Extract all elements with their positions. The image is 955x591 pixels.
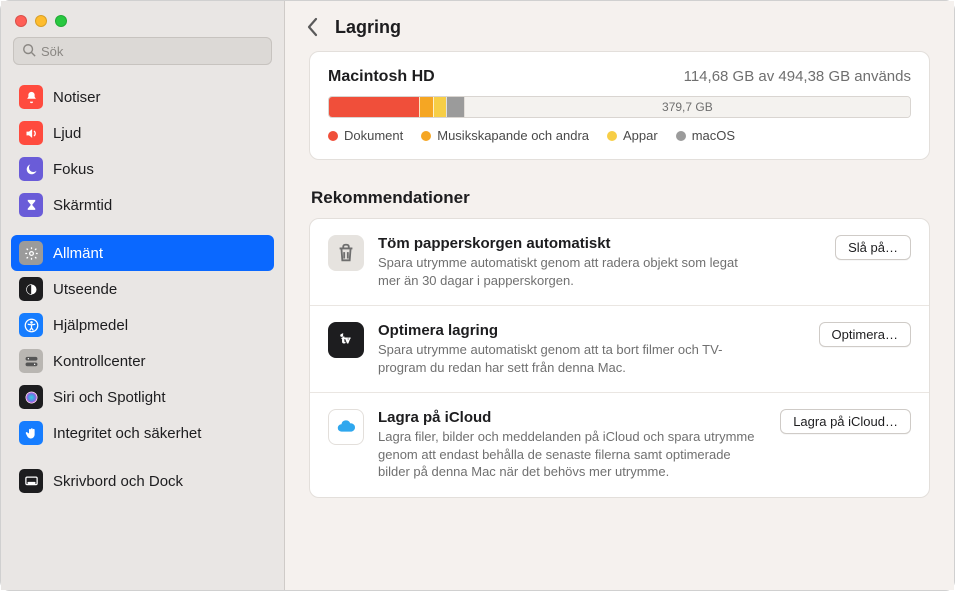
storage-segment — [433, 97, 446, 117]
search-field[interactable] — [13, 37, 272, 65]
close-window-button[interactable] — [15, 15, 27, 27]
storage-legend: Dokument Musikskapande och andra Appar macO… — [328, 128, 911, 143]
legend-label: Dokument — [344, 128, 403, 143]
search-icon — [22, 43, 41, 60]
sidebar: Notiser Ljud Fokus Skärmtid Allmänt Utseende H… — [1, 1, 285, 590]
sidebar-item-label: Siri och Spotlight — [53, 389, 166, 406]
sidebar-item-label: Skrivbord och Dock — [53, 473, 183, 490]
appearance-icon — [19, 277, 43, 301]
sidebar-item-label: Ljud — [53, 125, 81, 142]
recommendation-action-button[interactable]: Optimera… — [819, 322, 911, 347]
sidebar-item-integritet-och-s-kerhet[interactable]: Integritet och säkerhet — [11, 415, 274, 451]
window-controls — [1, 9, 284, 37]
sidebar-item-fokus[interactable]: Fokus — [11, 151, 274, 187]
legend-dot-icon — [421, 131, 431, 141]
sidebar-item-label: Allmänt — [53, 245, 103, 262]
sidebar-item-label: Kontrollcenter — [53, 353, 146, 370]
svg-text:tv: tv — [342, 335, 351, 346]
sidebar-item-sk-rmtid[interactable]: Skärmtid — [11, 187, 274, 223]
page-title: Lagring — [335, 17, 401, 38]
sidebar-item-utseende[interactable]: Utseende — [11, 271, 274, 307]
search-input[interactable] — [41, 44, 263, 59]
sidebar-item-label: Notiser — [53, 89, 101, 106]
dock-icon — [19, 469, 43, 493]
hand-icon — [19, 421, 43, 445]
bell-icon — [19, 85, 43, 109]
recommendations-list: Töm papperskorgen automatiskt Spara utrym… — [309, 218, 930, 498]
storage-free-segment: 379,7 GB — [464, 97, 910, 117]
legend-label: Musikskapande och andra — [437, 128, 589, 143]
legend-item: macOS — [676, 128, 735, 143]
switches-icon — [19, 349, 43, 373]
recommendation-description: Spara utrymme automatiskt genom att rade… — [378, 254, 758, 289]
legend-item: Musikskapande och andra — [421, 128, 589, 143]
trash-icon — [328, 235, 364, 271]
sidebar-item-label: Hjälpmedel — [53, 317, 128, 334]
recommendation-description: Spara utrymme automatiskt genom att ta b… — [378, 341, 758, 376]
recommendation-action-button[interactable]: Slå på… — [835, 235, 911, 260]
speaker-icon — [19, 121, 43, 145]
accessibility-icon — [19, 313, 43, 337]
disk-name: Macintosh HD — [328, 68, 435, 86]
siri-icon — [19, 385, 43, 409]
sidebar-item-label: Utseende — [53, 281, 117, 298]
legend-dot-icon — [676, 131, 686, 141]
sidebar-item-siri-och-spotlight[interactable]: Siri och Spotlight — [11, 379, 274, 415]
recommendation-item: tv Optimera lagring Spara utrymme automati… — [310, 305, 929, 392]
sidebar-item-label: Skärmtid — [53, 197, 112, 214]
icloud-icon — [328, 409, 364, 445]
recommendation-title: Lagra på iCloud — [378, 409, 766, 426]
main-pane: Lagring Macintosh HD 114,68 GB av 494,38… — [285, 1, 954, 590]
recommendation-action-button[interactable]: Lagra på iCloud… — [780, 409, 911, 434]
moon-icon — [19, 157, 43, 181]
recommendation-title: Optimera lagring — [378, 322, 805, 339]
recommendations-title: Rekommendationer — [311, 188, 928, 208]
recommendation-description: Lagra filer, bilder och meddelanden på i… — [378, 428, 758, 481]
sidebar-item-notiser[interactable]: Notiser — [11, 79, 274, 115]
back-button[interactable] — [301, 15, 325, 39]
fullscreen-window-button[interactable] — [55, 15, 67, 27]
legend-item: Dokument — [328, 128, 403, 143]
appletv-icon: tv — [328, 322, 364, 358]
storage-bar: 379,7 GB — [328, 96, 911, 118]
recommendation-item: Lagra på iCloud Lagra filer, bilder och m… — [310, 392, 929, 497]
sidebar-item-label: Integritet och säkerhet — [53, 425, 201, 442]
legend-label: macOS — [692, 128, 735, 143]
sidebar-item-label: Fokus — [53, 161, 94, 178]
legend-dot-icon — [607, 131, 617, 141]
minimize-window-button[interactable] — [35, 15, 47, 27]
recommendation-title: Töm papperskorgen automatiskt — [378, 235, 821, 252]
disk-usage-text: 114,68 GB av 494,38 GB används — [684, 68, 911, 85]
storage-segment — [329, 97, 419, 117]
storage-segment — [446, 97, 464, 117]
storage-panel: Macintosh HD 114,68 GB av 494,38 GB anvä… — [309, 51, 930, 160]
sidebar-item-allm-nt[interactable]: Allmänt — [11, 235, 274, 271]
gear-icon — [19, 241, 43, 265]
legend-label: Appar — [623, 128, 658, 143]
sidebar-item-kontrollcenter[interactable]: Kontrollcenter — [11, 343, 274, 379]
recommendation-item: Töm papperskorgen automatiskt Spara utrym… — [310, 219, 929, 305]
legend-dot-icon — [328, 131, 338, 141]
legend-item: Appar — [607, 128, 658, 143]
sidebar-item-hj-lpmedel[interactable]: Hjälpmedel — [11, 307, 274, 343]
sidebar-item-ljud[interactable]: Ljud — [11, 115, 274, 151]
hourglass-icon — [19, 193, 43, 217]
storage-segment — [419, 97, 433, 117]
sidebar-item-skrivbord-och-dock[interactable]: Skrivbord och Dock — [11, 463, 274, 499]
